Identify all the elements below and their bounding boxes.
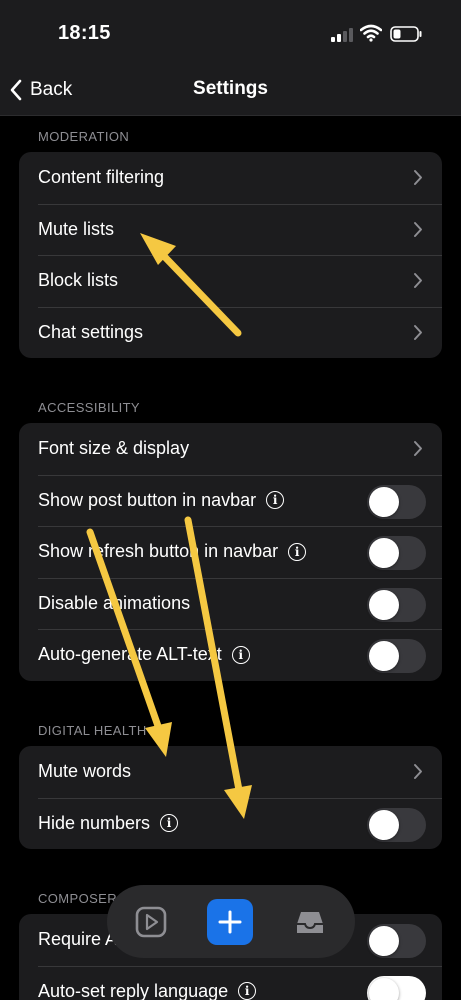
info-icon[interactable]: i [238,982,257,1000]
toggle-knob [369,809,399,840]
chevron-right-icon [414,324,422,340]
floating-tab-bar [107,885,355,958]
row-mute-words[interactable]: Mute words [19,746,442,798]
play-tab-button[interactable] [128,899,174,945]
row-auto-set-reply-language: Auto-set reply language i [19,965,442,1000]
hide-numbers-toggle[interactable] [367,807,426,842]
require-alt-toggle[interactable] [367,924,426,958]
accessibility-group: Font size & display Show post button in … [19,423,442,681]
row-label: Show refresh button in navbar [38,541,279,562]
show-post-button-toggle[interactable] [367,484,426,519]
plus-icon [218,910,242,934]
status-bar: 18:15 [0,0,461,64]
toggle-knob [369,589,399,620]
auto-generate-alt-toggle[interactable] [367,639,426,673]
inbox-tab-button[interactable] [287,899,333,945]
wifi-icon [360,24,382,42]
row-label: Mute lists [38,218,115,239]
toggle-knob [369,977,399,1000]
toggle-knob [369,486,399,517]
play-icon [135,906,167,938]
section-header-moderation: MODERATION [38,129,130,144]
row-disable-animations: Disable animations [19,577,442,630]
section-header-digital-health: DIGITAL HEALTH [38,723,147,738]
info-icon[interactable]: i [160,814,179,833]
row-chat-settings[interactable]: Chat settings [19,306,442,359]
row-label: Chat settings [38,321,144,342]
info-icon[interactable]: i [231,645,250,664]
battery-icon [390,26,422,42]
chevron-right-icon [414,441,422,456]
compose-button[interactable] [207,899,253,945]
signal-icon [331,28,353,42]
chevron-right-icon [414,764,422,779]
info-icon[interactable]: i [266,491,285,510]
chevron-right-icon [414,170,422,185]
info-icon[interactable]: i [288,542,307,561]
row-label: Auto-set reply language [38,980,229,1000]
status-time: 18:15 [58,22,111,44]
section-header-composer: COMPOSER [38,891,118,906]
section-header-accessibility: ACCESSIBILITY [38,400,141,415]
row-show-refresh-button: Show refresh button in navbar i [19,526,442,578]
show-refresh-button-toggle[interactable] [367,536,426,570]
row-label: Show post button in navbar [38,489,257,510]
toggle-knob [369,538,399,568]
row-show-post-button: Show post button in navbar i [19,474,442,527]
moderation-group: Content filtering Mute lists Block lists… [19,152,442,358]
toggle-knob [369,641,399,671]
row-mute-lists[interactable]: Mute lists [19,203,442,256]
nav-bar: Back Settings [0,64,461,116]
chevron-right-icon [414,221,422,237]
disable-animations-toggle[interactable] [367,587,426,622]
chevron-right-icon [414,273,422,288]
row-label: Disable animations [38,592,191,613]
row-label: Mute words [38,761,132,782]
inbox-icon [297,912,323,933]
row-label: Content filtering [38,167,165,188]
digital-health-group: Mute words Hide numbers i [19,746,442,849]
row-label: Block lists [38,270,119,291]
row-label: Hide numbers [38,812,151,833]
row-font-size[interactable]: Font size & display [19,423,442,475]
row-content-filtering[interactable]: Content filtering [19,152,442,204]
page-title: Settings [193,78,268,99]
row-hide-numbers: Hide numbers i [19,797,442,850]
row-label: Auto-generate ALT-text [38,644,222,665]
toggle-knob [369,926,399,956]
row-block-lists[interactable]: Block lists [19,255,442,307]
row-auto-generate-alt: Auto-generate ALT-text i [19,629,442,681]
auto-set-reply-language-toggle[interactable] [367,975,426,1000]
row-label: Font size & display [38,438,190,459]
